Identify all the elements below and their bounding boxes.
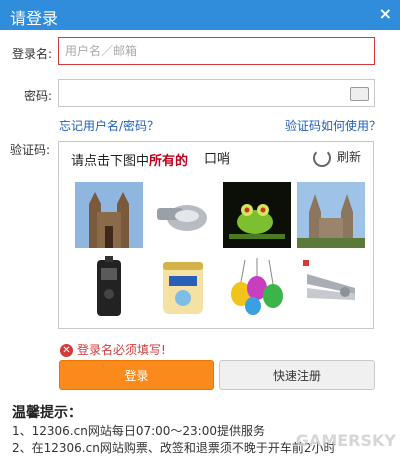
milk-powder-can-photo-icon	[149, 254, 217, 320]
quick-register-button[interactable]: 快速注册	[219, 360, 375, 390]
captcha-image-1[interactable]	[75, 182, 143, 248]
password-input[interactable]	[58, 79, 375, 107]
church-photo-icon	[297, 182, 365, 248]
captcha-image-4[interactable]	[297, 182, 365, 248]
error-message: ✕ 登录名必须填写!	[60, 341, 166, 358]
username-label: 登录名:	[12, 47, 53, 61]
refresh-button[interactable]: 刷新	[312, 148, 361, 167]
captcha-image-5[interactable]	[75, 254, 143, 320]
close-icon[interactable]: ×	[379, 4, 392, 23]
forgot-credentials-link[interactable]: 忘记用户名/密码？	[59, 117, 159, 134]
captcha-prompt-text: 请点击下图中	[71, 154, 150, 169]
captcha-prompt-emphasis: 所有的	[149, 154, 189, 169]
captcha-label: 验证码:	[10, 143, 51, 157]
colorful-whistles-photo-icon	[223, 254, 291, 320]
cathedral-photo-icon	[75, 182, 143, 248]
captcha-help-link[interactable]: 验证码如何使用？	[285, 117, 381, 134]
captcha-image-7[interactable]	[223, 254, 291, 320]
login-button[interactable]: 登录	[59, 360, 214, 390]
dialog-title: 请登录	[10, 9, 59, 28]
voice-recorder-photo-icon	[75, 254, 143, 320]
username-input[interactable]: 用户名／邮箱	[58, 37, 375, 65]
captcha-handwritten-word: 口哨	[204, 152, 231, 167]
tip-line-2: 2、在12306.cn网站购票、改签和退票须不晚于开车前2小时	[12, 441, 336, 455]
frog-photo-icon	[223, 182, 291, 248]
error-text: 登录名必须填写!	[77, 343, 166, 357]
dialog-titlebar: 请登录 ×	[0, 0, 400, 30]
keyboard-icon[interactable]	[350, 87, 369, 101]
captcha-image-2[interactable]	[149, 182, 217, 248]
captcha-image-8[interactable]	[297, 254, 365, 320]
tip-line-1: 1、12306.cn网站每日07:00～23:00提供服务	[12, 424, 265, 438]
username-placeholder: 用户名／邮箱	[65, 44, 138, 58]
password-label: 密码:	[24, 89, 53, 103]
captcha-prompt: 请点击下图中所有的	[71, 150, 188, 169]
whistle-photo-icon	[149, 182, 217, 248]
error-icon: ✕	[60, 344, 73, 357]
tips-title: 温馨提示：	[12, 405, 82, 421]
captcha-panel: 请点击下图中所有的 口哨 刷新	[58, 141, 374, 329]
captcha-image-6[interactable]	[149, 254, 217, 320]
nail-clipper-photo-icon	[297, 254, 365, 320]
refresh-label: 刷新	[336, 150, 361, 164]
site-watermark: GAMERSKY	[295, 431, 396, 450]
refresh-icon	[312, 148, 331, 167]
captcha-image-3[interactable]	[223, 182, 291, 248]
